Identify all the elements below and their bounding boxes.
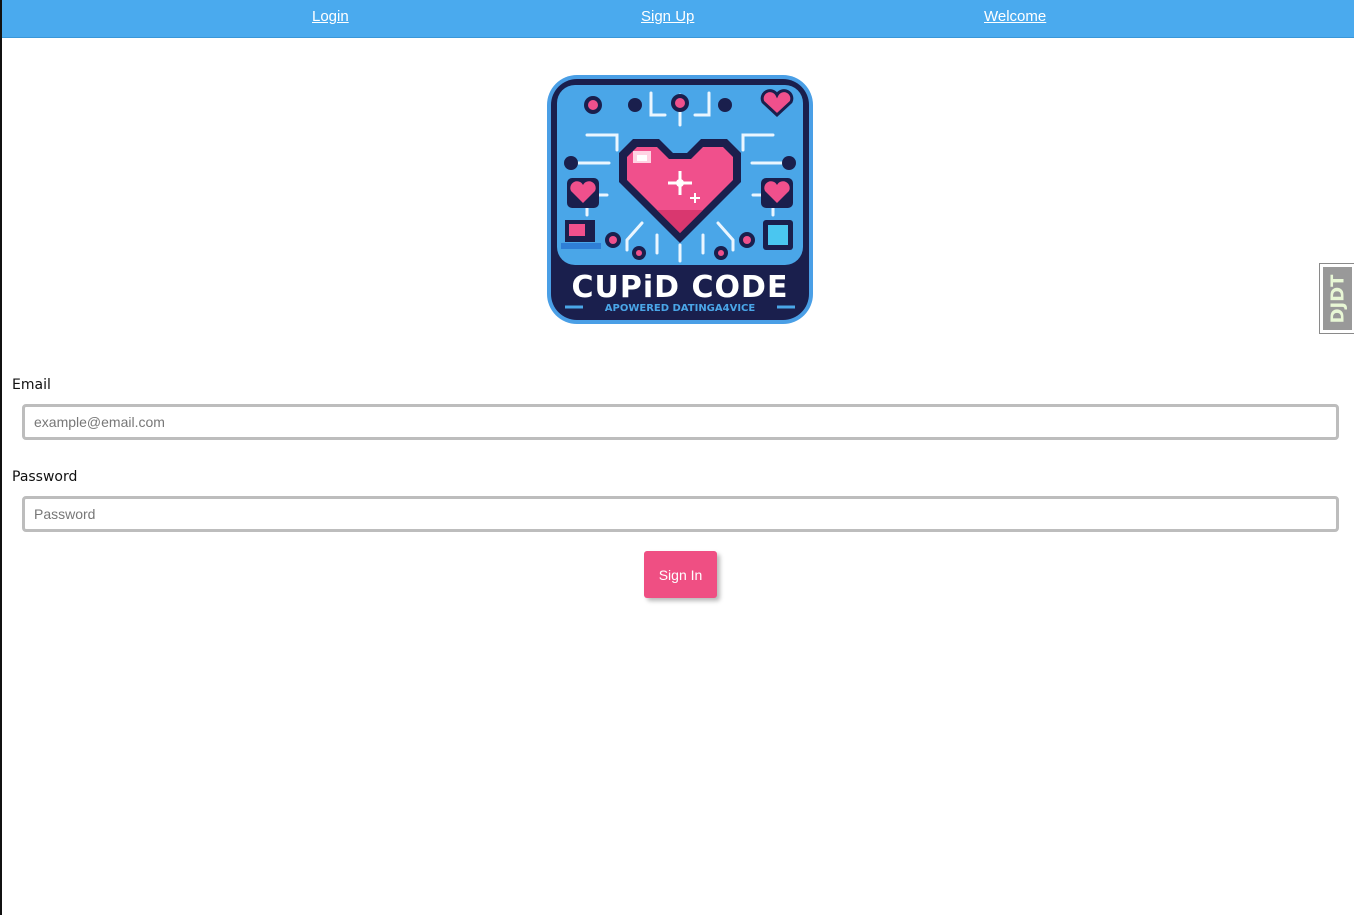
cupid-code-logo: CUPiD CODE APOWERED DATINGA4VICE — [547, 75, 813, 324]
top-navigation-bar: Login Sign Up Welcome — [2, 0, 1354, 38]
sign-in-button[interactable]: Sign In — [644, 551, 717, 598]
logo-title: CUPiD CODE — [572, 270, 789, 305]
django-debug-toolbar-handle[interactable]: DJDT — [1319, 263, 1354, 334]
password-field[interactable] — [22, 496, 1339, 532]
nav-link-signup[interactable]: Sign Up — [641, 8, 694, 26]
password-label: Password — [12, 469, 78, 485]
logo-tagline: APOWERED DATINGA4VICE — [605, 303, 756, 314]
djdt-label: DJDT — [1327, 274, 1348, 323]
email-field[interactable] — [22, 404, 1339, 440]
nav-link-welcome[interactable]: Welcome — [984, 8, 1046, 26]
login-page: Login Sign Up Welcome CUPiD CODE APOWERE… — [0, 0, 1354, 915]
email-label: Email — [12, 377, 51, 393]
nav-link-login[interactable]: Login — [312, 8, 349, 26]
djdt-handle-inner: DJDT — [1323, 267, 1352, 330]
